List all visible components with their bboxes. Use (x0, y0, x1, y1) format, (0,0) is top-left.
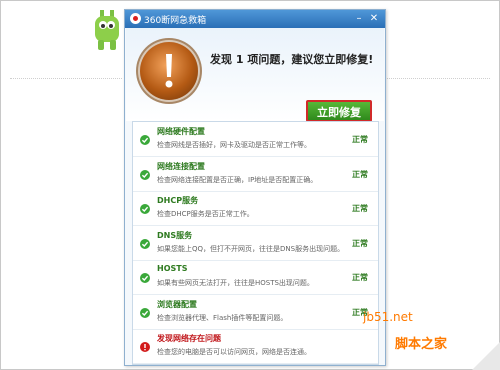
watermark-site: jb51.net (363, 310, 413, 324)
check-ok-icon (140, 135, 150, 145)
check-description: 如果您能上QQ，但打不开网页，往往是DNS服务出现问题。 (157, 244, 345, 253)
check-description: 如果有些网页无法打开，往往是HOSTS出现问题。 (157, 279, 314, 287)
window-title: 360断网急救箱 (144, 16, 207, 26)
headline: 发现 1 项问题，建议您立即修复! (210, 53, 374, 66)
check-row: 网络连接配置检查网络连接配置是否正确，IP地址是否配置正确。 正常 (133, 157, 378, 192)
divider (384, 78, 490, 79)
check-title: 浏览器配置 (157, 299, 197, 309)
check-row: 发现网络存在问题检查您的电脑是否可以访问网页，网络是否连通。 (133, 329, 378, 364)
check-title: 网络硬件配置 (157, 127, 205, 136)
check-row: DNS服务如果您能上QQ，但打不开网页，往往是DNS服务出现问题。 正常 (133, 226, 378, 261)
check-status: 正常 (352, 273, 368, 282)
mascot-icon (95, 10, 119, 50)
check-title: 网络连接配置 (157, 161, 205, 171)
check-title: 发现网络存在问题 (157, 334, 221, 343)
check-description: 检查您的电脑是否可以访问网页，网络是否连通。 (157, 348, 311, 356)
check-row: 网络硬件配置检查网线是否插好，网卡及驱动是否正常工作等。 正常 (133, 122, 378, 157)
result-header: 发现 1 项问题，建议您立即修复! 立即修复 (126, 28, 384, 122)
check-status: 正常 (352, 204, 368, 213)
check-description: 检查网络连接配置是否正确，IP地址是否配置正确。 (157, 175, 318, 184)
page-curl (472, 342, 500, 370)
check-list: 网络硬件配置 检查网线是否插好，网卡及驱动是否正常工作等。 正常 网络连接配置 检查网络… (132, 121, 379, 365)
divider (10, 78, 122, 79)
check-status: 正常 (352, 169, 368, 179)
check-description: 检查DHCP服务是否正常工作。 (157, 210, 254, 218)
check-description: 检查网线是否插好，网卡及驱动是否正常工作等。 (157, 141, 311, 149)
check-ok-icon (140, 169, 150, 180)
check-description: 检查浏览器代理、Flash插件等配置问题。 (157, 313, 288, 322)
check-title: DNS服务 (157, 230, 193, 240)
check-ok-icon (140, 238, 150, 249)
check-ok-icon (140, 204, 150, 214)
rescue-window: 360断网急救箱 – ✕ 发现 1 项问题，建议您立即修复! 立即修复 网络硬件… (124, 9, 386, 366)
close-button[interactable]: ✕ (368, 13, 380, 24)
check-ok-icon (140, 273, 150, 283)
fix-now-button[interactable]: 立即修复 (306, 100, 372, 122)
check-row: HOSTS 如果有些网页无法打开，往往是HOSTS出现问题。 正常 (133, 260, 378, 295)
check-title: HOSTS (157, 264, 188, 273)
app-logo-icon (130, 13, 141, 24)
check-row: DHCP服务检查DHCP服务是否正常工作。 正常 (133, 191, 378, 226)
check-row: 浏览器配置 检查浏览器代理、Flash插件等配置问题。 正常 (133, 295, 378, 330)
check-error-icon (140, 342, 150, 352)
watermark-text: 脚本之家 (395, 337, 448, 352)
check-title: DHCP服务 (157, 196, 199, 205)
exclamation-warning-icon (140, 42, 198, 100)
check-status: 正常 (352, 135, 368, 144)
check-status: 正常 (352, 238, 368, 248)
check-ok-icon (140, 307, 150, 318)
title-bar[interactable]: 360断网急救箱 – ✕ (125, 10, 385, 28)
minimize-button[interactable]: – (353, 13, 365, 24)
